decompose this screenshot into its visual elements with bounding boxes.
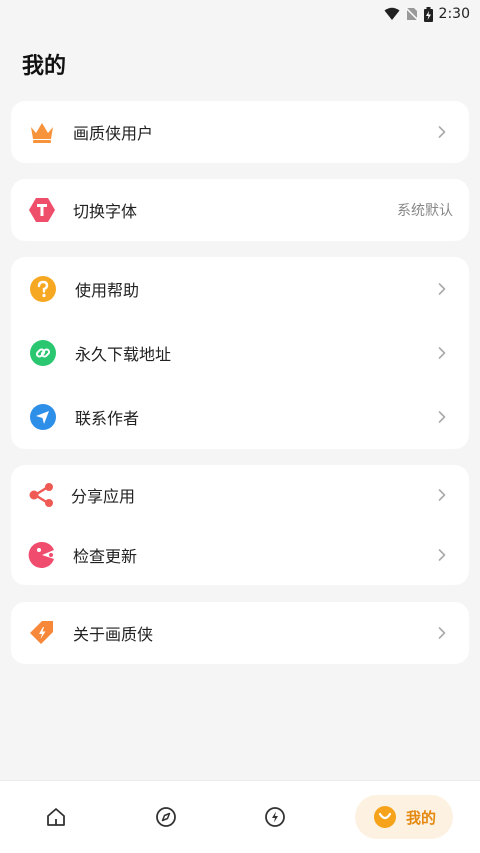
send-icon (29, 403, 57, 431)
contact-row[interactable]: 联系作者 (11, 385, 469, 449)
download-row[interactable]: 永久下载地址 (11, 321, 469, 385)
tab-mine[interactable]: 我的 (355, 795, 453, 839)
help-label: 使用帮助 (75, 281, 140, 300)
home-icon[interactable] (42, 803, 70, 831)
status-time: 2:30 (438, 6, 470, 22)
question-icon (29, 275, 57, 303)
chevron-right-icon (437, 410, 447, 424)
about-label: 关于画质侠 (73, 625, 154, 644)
font-label: 切换字体 (73, 202, 138, 221)
chevron-right-icon (437, 488, 447, 502)
help-card: 使用帮助 永久下载地址 联系作者 (11, 257, 469, 449)
font-value: 系统默认 (397, 203, 453, 219)
share-row[interactable]: 分享应用 (11, 465, 469, 525)
share-label: 分享应用 (71, 487, 136, 506)
bottom-tab-bar: 我的 (0, 780, 480, 853)
crown-icon (28, 118, 56, 146)
user-label: 画质侠用户 (73, 124, 154, 143)
about-card: 关于画质侠 (11, 602, 469, 664)
page-title: 我的 (22, 54, 67, 79)
tag-icon (28, 619, 56, 647)
smile-icon (374, 806, 396, 828)
battery-charging-icon (423, 6, 433, 22)
lightning-icon[interactable] (261, 803, 289, 831)
chevron-right-icon (437, 548, 447, 562)
update-icon (28, 541, 56, 569)
update-label: 检查更新 (73, 547, 138, 566)
no-sim-icon (405, 7, 418, 21)
download-label: 永久下载地址 (75, 345, 172, 364)
link-icon (29, 339, 57, 367)
wifi-icon (384, 7, 400, 21)
help-row[interactable]: 使用帮助 (11, 257, 469, 321)
status-bar: 2:30 (0, 0, 480, 28)
chevron-right-icon (437, 125, 447, 139)
contact-label: 联系作者 (75, 409, 140, 428)
about-row[interactable]: 关于画质侠 (11, 602, 469, 664)
user-row[interactable]: 画质侠用户 (11, 101, 469, 163)
share-card: 分享应用 检查更新 (11, 465, 469, 585)
font-card: 切换字体 系统默认 (11, 179, 469, 241)
font-row[interactable]: 切换字体 系统默认 (11, 179, 469, 241)
share-icon (28, 481, 56, 509)
chevron-right-icon (437, 346, 447, 360)
compass-icon[interactable] (152, 803, 180, 831)
update-row[interactable]: 检查更新 (11, 525, 469, 585)
chevron-right-icon (437, 282, 447, 296)
font-icon (28, 196, 56, 224)
tab-mine-label: 我的 (406, 808, 437, 827)
chevron-right-icon (437, 626, 447, 640)
user-card: 画质侠用户 (11, 101, 469, 163)
